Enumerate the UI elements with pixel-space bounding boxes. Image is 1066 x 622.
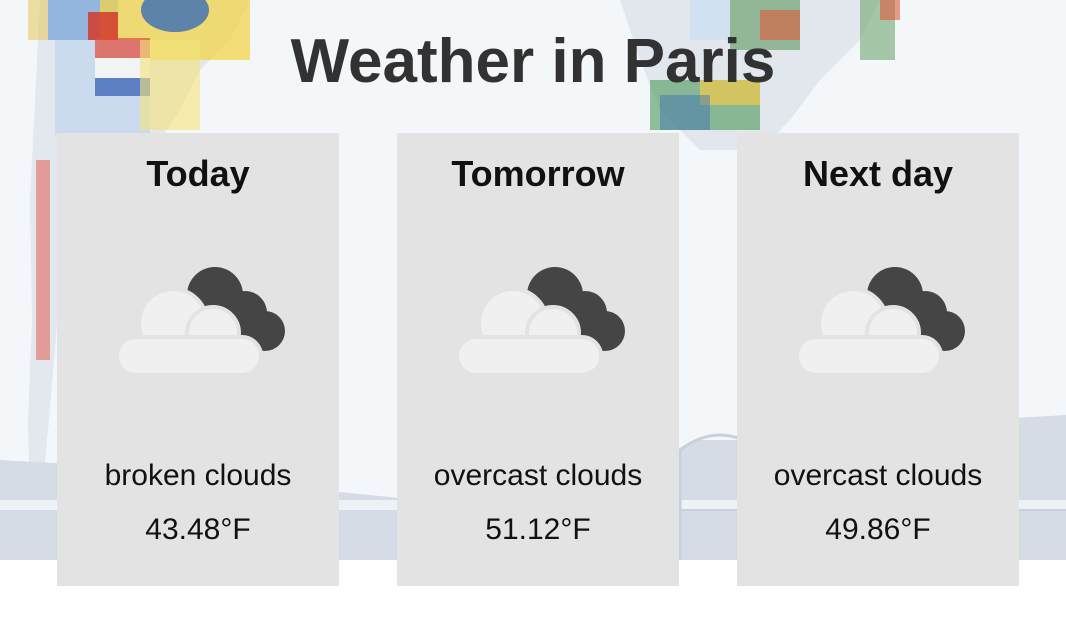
forecast-card-today: Today broken clouds 43.48°F [57,133,339,586]
forecast-card-next-day: Next day overcast clouds 49.86°F [737,133,1019,586]
day-label: Today [146,153,250,194]
temperature: 49.86°F [825,513,931,546]
forecast-card-tomorrow: Tomorrow overcast clouds 51.12°F [397,133,679,586]
broken-clouds-icon [455,267,625,375]
page-title: Weather in Paris [290,27,776,96]
day-label: Tomorrow [451,153,625,194]
broken-clouds-icon [795,267,965,375]
temperature: 43.48°F [145,513,251,546]
day-label: Next day [802,153,954,194]
weather-description: overcast clouds [433,459,643,492]
weather-description: broken clouds [104,459,292,492]
temperature: 51.12°F [485,513,591,546]
broken-clouds-icon [115,267,285,375]
weather-description: overcast clouds [773,459,983,492]
